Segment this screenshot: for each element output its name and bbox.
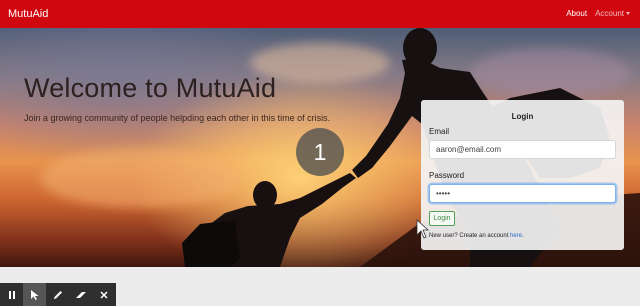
email-label: Email <box>429 127 450 136</box>
close-toolbar-button[interactable] <box>92 283 115 306</box>
new-user-label: New user? Create an account <box>429 233 511 239</box>
step-counter-badge: 1 <box>296 128 344 176</box>
email-field[interactable]: aaron@email.com <box>429 140 616 159</box>
create-account-link[interactable]: here <box>510 233 522 239</box>
password-label: Password <box>429 171 465 180</box>
pencil-tool-button[interactable] <box>46 283 69 306</box>
close-icon <box>99 290 108 299</box>
pause-icon <box>8 290 15 299</box>
hero-title: Welcome to MutuAid <box>24 73 277 103</box>
nav-about-link[interactable]: About <box>566 9 587 18</box>
pause-button[interactable] <box>0 283 23 306</box>
caret-down-icon <box>626 12 630 16</box>
eraser-icon <box>75 291 86 298</box>
nav-account-label: Account <box>595 9 624 18</box>
annotation-toolbar <box>0 283 116 306</box>
brand-logo[interactable]: MutuAid <box>8 8 48 20</box>
navbar: MutuAid About Account <box>0 0 640 28</box>
pointer-icon <box>30 289 38 300</box>
pencil-icon <box>53 290 62 299</box>
hero-banner: Welcome to MutuAid Join a growing commun… <box>0 28 640 267</box>
login-button[interactable]: Login <box>429 211 455 226</box>
login-card: Login Email aaron@email.com Password •••… <box>421 100 624 250</box>
pointer-tool-button[interactable] <box>23 283 46 306</box>
nav-links: About Account <box>566 9 630 18</box>
hero-subtitle: Join a growing community of people helpd… <box>24 113 331 123</box>
nav-account-dropdown[interactable]: Account <box>595 9 630 18</box>
eraser-tool-button[interactable] <box>69 283 92 306</box>
login-title: Login <box>511 112 534 121</box>
new-user-text: New user? Create an account here. <box>429 233 524 239</box>
new-user-period: . <box>522 233 524 239</box>
mouse-cursor-icon <box>416 219 430 239</box>
password-field[interactable]: ••••• <box>429 184 616 203</box>
